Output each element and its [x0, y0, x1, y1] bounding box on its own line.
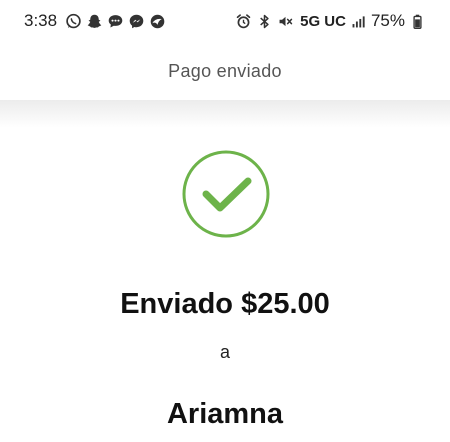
app-header: Pago enviado [0, 42, 450, 100]
alarm-icon [235, 13, 252, 30]
mute-icon [277, 13, 294, 30]
payment-sent-screen: 3:38 5G UC 75% Pago enviado Enviado $25.… [0, 0, 450, 442]
whatsapp-icon [65, 13, 82, 30]
recipient-name: Ariamna [166, 398, 284, 430]
battery-percent: 75% [370, 11, 405, 30]
status-time: 3:38 [24, 11, 58, 30]
page-title: Pago enviado [168, 60, 282, 81]
status-bar-right: 5G UC 75% [235, 11, 426, 31]
browser-icon [149, 13, 166, 30]
recipient-connector: a [219, 342, 230, 362]
header-divider [0, 100, 450, 128]
bluetooth-icon [256, 13, 273, 30]
snapchat-icon [86, 13, 103, 30]
chat-bubble-icon [107, 13, 124, 30]
battery-icon [409, 13, 426, 30]
checkmark-circle-icon [182, 150, 270, 238]
status-bar: 3:38 5G UC 75% [0, 0, 450, 42]
sent-amount: Enviado $25.00 [120, 288, 330, 320]
signal-icon [350, 13, 367, 30]
status-bar-left: 3:38 [24, 11, 166, 31]
messenger-icon [128, 13, 145, 30]
network-type: 5G UC [300, 12, 346, 30]
